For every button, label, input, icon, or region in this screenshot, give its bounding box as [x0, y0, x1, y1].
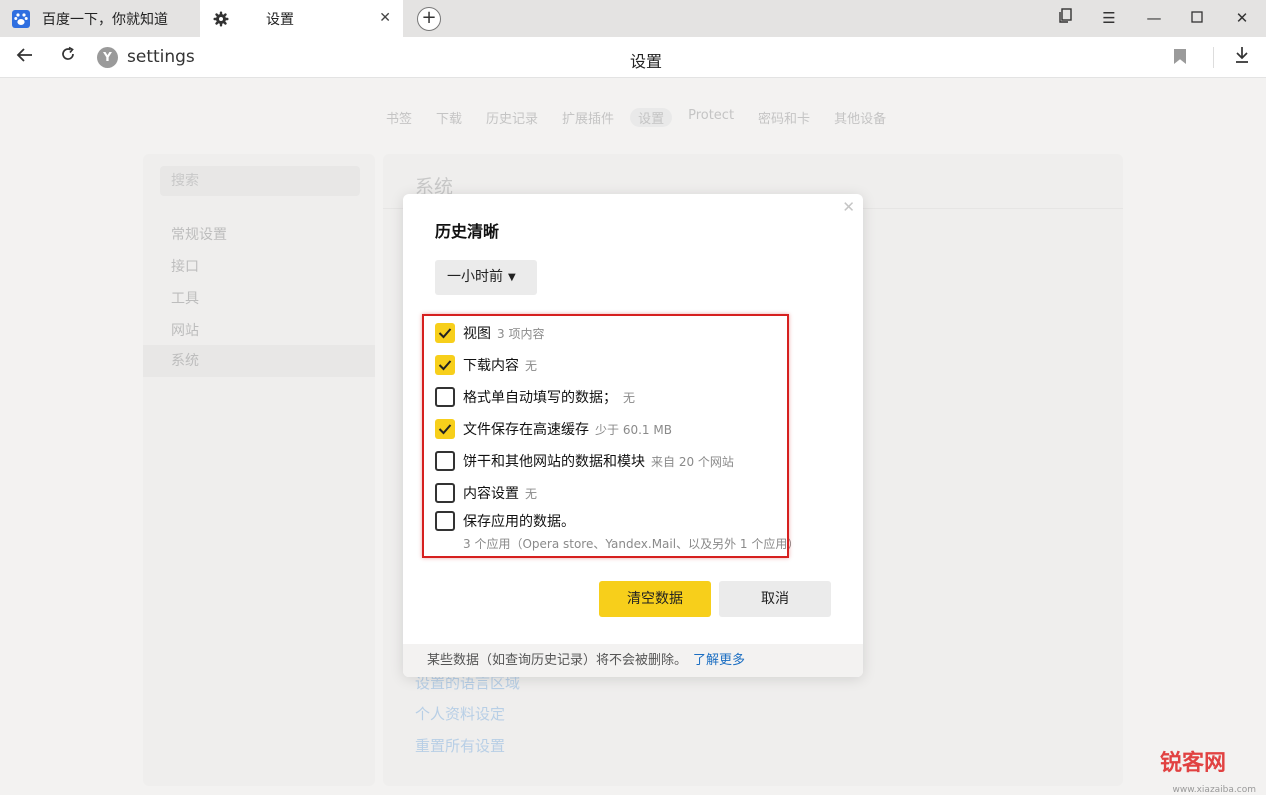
cancel-button[interactable]: 取消	[719, 581, 831, 617]
learn-more-link[interactable]: 了解更多	[693, 653, 745, 668]
apps-description: 3 个应用（Opera store、Yandex.Mail、以及另外 1 个应用…	[463, 537, 800, 551]
checkbox[interactable]	[435, 355, 455, 375]
time-range-value: 一小时前	[447, 269, 503, 285]
option-cache[interactable]: 文件保存在高速缓存 少于 60.1 MB	[435, 418, 672, 440]
nav-extensions[interactable]: 扩展插件	[562, 108, 614, 127]
nav-other-devices[interactable]: 其他设备	[834, 108, 886, 127]
back-icon[interactable]	[14, 46, 36, 68]
option-detail: 无	[525, 486, 538, 501]
option-detail: 3 项内容	[497, 326, 545, 341]
tab-settings[interactable]: 设置 ✕	[200, 0, 403, 37]
nav-downloads[interactable]: 下载	[436, 108, 462, 127]
watermark-url: www.xiazaiba.com	[1172, 785, 1256, 795]
option-app-data[interactable]: 保存应用的数据。	[435, 510, 575, 532]
nav-settings[interactable]: 设置	[630, 108, 673, 127]
clear-data-button[interactable]: 清空数据	[599, 581, 711, 617]
tab-title: 设置	[266, 11, 294, 28]
option-label: 视图	[463, 326, 491, 342]
tab-baidu[interactable]: 百度一下，你就知道	[0, 0, 200, 37]
option-detail: 无	[525, 358, 538, 373]
reset-settings-link[interactable]: 重置所有设置	[415, 735, 505, 756]
checkbox[interactable]	[435, 419, 455, 439]
top-navigation: 书签 下载 历史记录 扩展插件 设置 Protect 密码和卡 其他设备	[386, 108, 886, 127]
tab-title: 百度一下，你就知道	[42, 11, 168, 28]
address-bar: Y settings 设置	[0, 37, 1266, 78]
settings-search-input[interactable]: 搜索	[160, 166, 360, 196]
sidebar-item-general[interactable]: 常规设置	[171, 224, 227, 244]
close-window-icon[interactable]: ✕	[1232, 8, 1252, 28]
menu-icon[interactable]: ☰	[1099, 8, 1119, 28]
option-detail: 少于 60.1 MB	[595, 422, 672, 437]
clear-history-dialog: ✕ 历史清晰 一小时前 ▼ 视图 3 项内容 下载内容 无 格式单自动填写的数据；…	[403, 194, 863, 677]
sidebar-item-tools[interactable]: 工具	[171, 288, 199, 308]
sidebar-item-sites[interactable]: 网站	[171, 320, 199, 340]
nav-bookmarks[interactable]: 书签	[386, 108, 412, 127]
option-detail: 无	[623, 390, 636, 405]
chevron-down-icon: ▼	[508, 272, 516, 283]
checkbox[interactable]	[435, 483, 455, 503]
close-dialog-icon[interactable]: ✕	[842, 198, 855, 216]
divider	[1213, 47, 1214, 68]
reload-icon[interactable]	[57, 46, 79, 68]
nav-passwords[interactable]: 密码和卡	[758, 108, 810, 127]
minimize-icon[interactable]: —	[1144, 8, 1164, 28]
nav-history[interactable]: 历史记录	[486, 108, 538, 127]
option-downloads[interactable]: 下载内容 无	[435, 354, 537, 376]
watermark-logo: 锐客网	[1159, 751, 1226, 776]
tab-strip: 百度一下，你就知道 设置 ✕ + ☰ — ✕	[0, 0, 1266, 37]
option-cookies[interactable]: 饼干和其他网站的数据和模块 来自 20 个网站	[435, 450, 734, 472]
yandex-badge-icon: Y	[97, 47, 118, 68]
checkbox[interactable]	[435, 511, 455, 531]
new-tab-button[interactable]: +	[417, 7, 441, 31]
option-label: 内容设置	[463, 486, 519, 502]
footer-note: 某些数据（如查询历史记录）将不会被删除。	[427, 653, 688, 668]
page-title: 设置	[630, 52, 663, 71]
close-tab-icon[interactable]: ✕	[379, 10, 391, 26]
option-label: 格式单自动填写的数据；	[463, 390, 617, 406]
baidu-paw-icon	[12, 9, 30, 28]
option-label: 下载内容	[463, 358, 519, 374]
sidebar-item-interface[interactable]: 接口	[171, 256, 199, 276]
checkbox[interactable]	[435, 323, 455, 343]
option-label: 保存应用的数据。	[463, 514, 575, 530]
download-icon[interactable]	[1231, 46, 1253, 68]
profile-settings-link[interactable]: 个人资料设定	[415, 703, 505, 724]
sidebar-item-system[interactable]: 系统	[143, 345, 375, 377]
url-field[interactable]: settings	[127, 47, 195, 67]
dialog-title: 历史清晰	[435, 222, 500, 241]
nav-protect[interactable]: Protect	[688, 108, 734, 127]
option-label: 文件保存在高速缓存	[463, 422, 589, 438]
dialog-footer: 某些数据（如查询历史记录）将不会被删除。 了解更多	[403, 644, 863, 677]
option-label: 饼干和其他网站的数据和模块	[463, 454, 645, 470]
option-autofill[interactable]: 格式单自动填写的数据； 无	[435, 386, 635, 408]
settings-sidebar: 搜索 常规设置 接口 工具 网站 系统	[143, 154, 375, 786]
bookmark-icon[interactable]	[1174, 49, 1186, 64]
option-content-settings[interactable]: 内容设置 无	[435, 482, 537, 504]
maximize-icon[interactable]	[1187, 8, 1207, 28]
checkbox[interactable]	[435, 387, 455, 407]
time-range-select[interactable]: 一小时前 ▼	[435, 260, 537, 295]
option-detail: 来自 20 个网站	[651, 454, 734, 469]
tab-manager-icon[interactable]	[1056, 8, 1076, 28]
checkbox[interactable]	[435, 451, 455, 471]
gear-icon	[213, 11, 229, 26]
option-views[interactable]: 视图 3 项内容	[435, 322, 544, 344]
